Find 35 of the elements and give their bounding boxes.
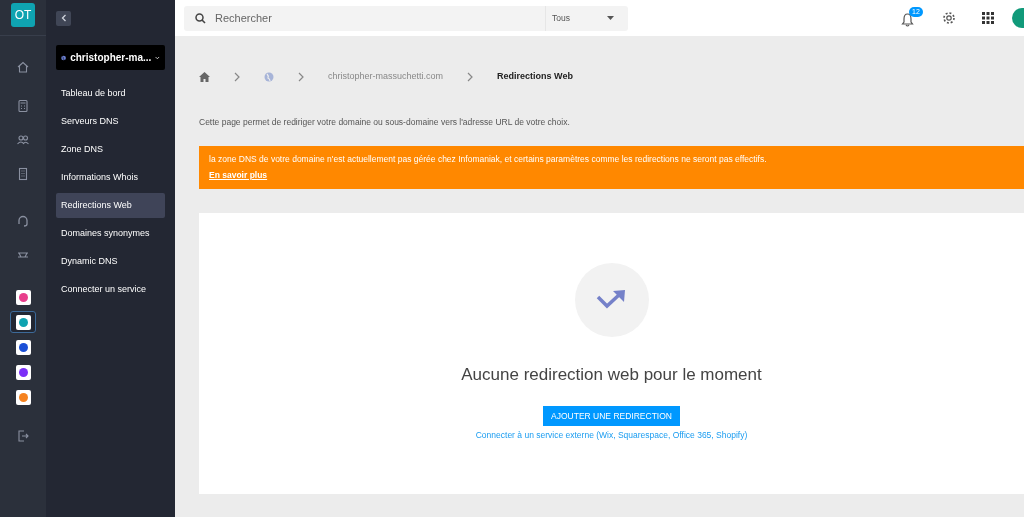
home-icon[interactable] — [199, 72, 210, 82]
caret-down-icon — [607, 16, 614, 20]
nav-item[interactable]: Redirections Web — [56, 193, 165, 218]
nav-item[interactable]: Connecter un service — [56, 277, 165, 302]
nav-item[interactable]: Informations Whois — [56, 165, 165, 190]
search-icon — [195, 12, 206, 24]
domain-selector[interactable]: christopher-ma... — [56, 45, 165, 70]
nav-item[interactable]: Zone DNS — [56, 137, 165, 162]
avatar[interactable] — [1012, 8, 1024, 28]
filter-dropdown[interactable]: Tous — [545, 5, 620, 31]
home-icon — [16, 60, 30, 74]
nav-item[interactable]: Dynamic DNS — [56, 249, 165, 274]
building-icon — [16, 167, 30, 181]
empty-state-title: Aucune redirection web pour le moment — [461, 363, 762, 386]
collapse-button[interactable] — [56, 10, 71, 26]
chevron-left-icon — [60, 14, 67, 22]
headset-icon — [16, 214, 30, 228]
users-icon — [16, 133, 30, 147]
apps-grid-icon[interactable] — [982, 12, 994, 24]
chevron-right-icon — [467, 72, 474, 82]
app-button[interactable] — [10, 311, 36, 333]
nav-item[interactable]: Tableau de bord — [56, 81, 165, 106]
bell-icon — [901, 13, 914, 27]
logout-icon — [16, 429, 30, 443]
breadcrumb-current: Redirections Web — [497, 70, 573, 84]
page-description: Cette page permet de rediriger votre domaine ou sous-domaine vers l'adresse URL de votre choix. — [199, 116, 571, 129]
warning-text: la zone DNS de votre domaine n'est actuellement pas gérée chez Infomaniak, et certains paramètres comme les redirections ne seront pas effectifs. — [209, 152, 768, 166]
calculator-icon — [16, 99, 30, 113]
nav-item[interactable]: Domaines synonymes — [56, 221, 165, 246]
settings-icon[interactable] — [942, 11, 956, 25]
chevron-right-icon — [298, 72, 304, 82]
chevron-down-icon — [155, 54, 160, 61]
chevron-right-icon — [234, 72, 240, 82]
nav-item[interactable]: Serveurs DNS — [56, 109, 165, 134]
search-field[interactable]: Rechercher Tous — [184, 5, 628, 31]
